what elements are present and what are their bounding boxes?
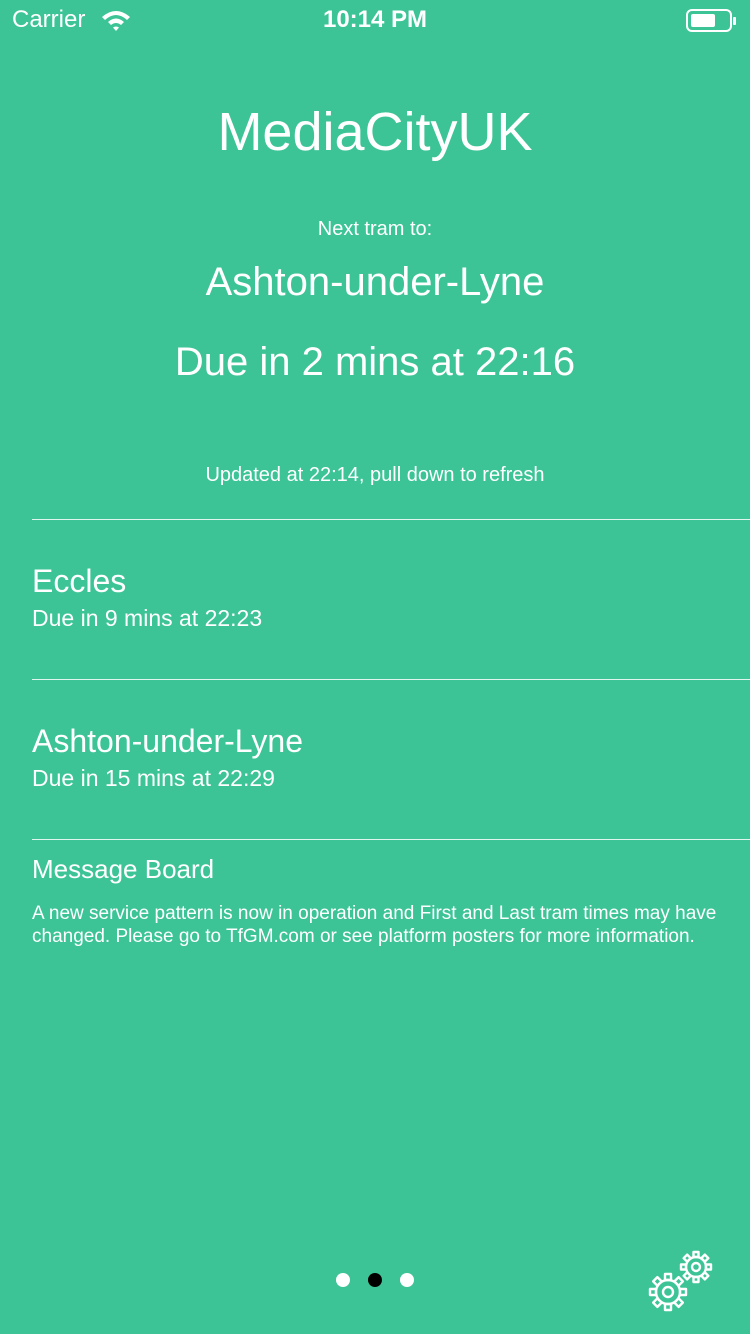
battery-icon — [686, 9, 736, 32]
refresh-status[interactable]: Updated at 22:14, pull down to refresh — [0, 463, 750, 487]
page-control[interactable] — [0, 1273, 750, 1289]
departure-row[interactable]: Ashton-under-Lyne Due in 15 mins at 22:2… — [32, 721, 732, 793]
gears-icon[interactable] — [646, 1246, 718, 1316]
station-title: MediaCityUK — [217, 102, 533, 162]
page-dot[interactable] — [336, 1273, 350, 1287]
departure-destination: Ashton-under-Lyne — [32, 723, 303, 759]
message-board-text: A new service pattern is now in operatio… — [32, 903, 717, 947]
divider — [32, 519, 750, 520]
departure-due: Due in 15 mins at 22:29 — [32, 765, 275, 791]
next-tram-destination: Ashton-under-Lyne — [205, 260, 545, 304]
departure-row[interactable]: Eccles Due in 9 mins at 22:23 — [32, 561, 732, 633]
divider — [32, 839, 750, 840]
next-tram-label: Next tram to: — [317, 218, 433, 240]
status-bar: Carrier 10:14 PM — [0, 0, 750, 40]
next-tram-due: Due in 2 mins at 22:16 — [174, 340, 576, 384]
page-dot[interactable] — [400, 1273, 414, 1287]
departure-due: Due in 9 mins at 22:23 — [32, 605, 263, 631]
status-time: 10:14 PM — [322, 6, 428, 33]
departure-destination: Eccles — [32, 563, 127, 599]
message-board-title: Message Board — [32, 854, 215, 884]
page-dot-current[interactable] — [368, 1273, 382, 1287]
divider — [32, 679, 750, 680]
